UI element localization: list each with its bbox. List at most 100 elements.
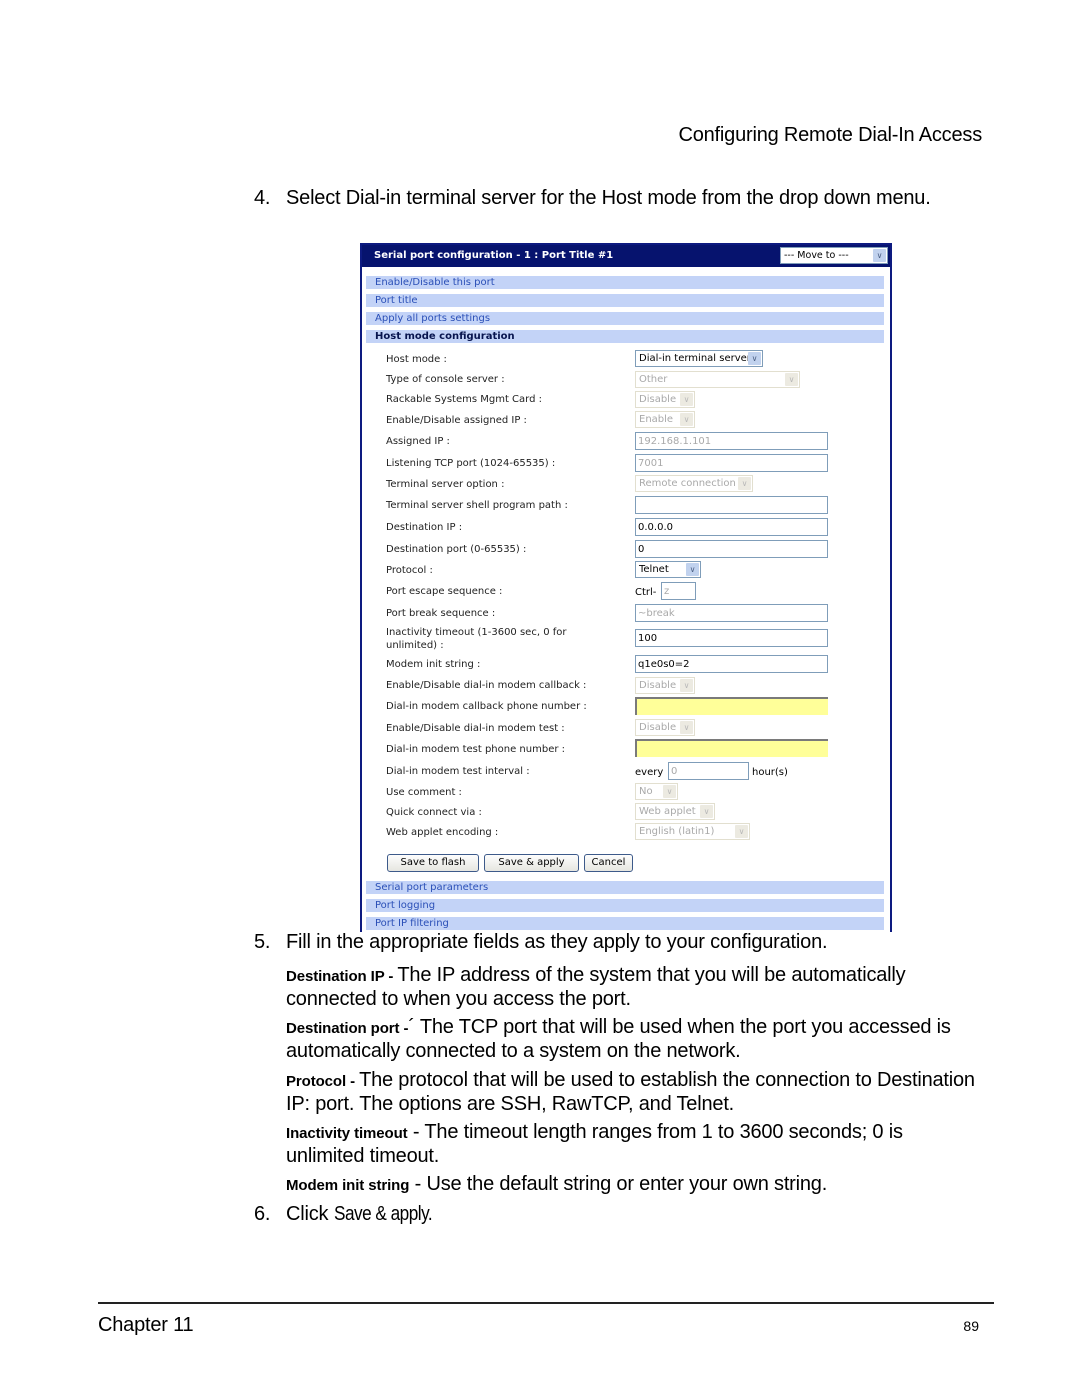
desc-term: Protocol - <box>286 1073 360 1090</box>
desc-destination-port: Destination port -´ The TCP port that wi… <box>286 1016 986 1063</box>
ts-option-label: Terminal server option : <box>386 479 505 490</box>
modem-init-label: Modem init string : <box>386 659 481 670</box>
rackable-select[interactable]: Disable ∨ <box>635 391 695 408</box>
assigned-ip-enable-select[interactable]: Enable ∨ <box>635 411 695 428</box>
inactivity-input[interactable]: 100 <box>635 629 828 647</box>
nav-serial-port-parameters[interactable]: Serial port parameters <box>366 881 884 894</box>
use-comment-value: No <box>639 786 653 797</box>
nav-enable-disable-port[interactable]: Enable/Disable this port <box>366 276 884 289</box>
chevron-down-icon: ∨ <box>735 825 748 838</box>
modem-init-input[interactable]: q1e0s0=2 <box>635 655 828 673</box>
step-6: 6. Click Save & apply. <box>254 1203 448 1226</box>
chevron-down-icon: ∨ <box>680 721 693 734</box>
assigned-ip-input[interactable]: 192.168.1.101 <box>635 432 828 450</box>
nav-port-logging[interactable]: Port logging <box>366 899 884 912</box>
dest-ip-value: 0.0.0.0 <box>638 522 673 533</box>
test-enable-value: Disable <box>639 722 677 733</box>
dest-port-value: 0 <box>638 544 645 555</box>
step-text: Select Dial-in terminal server for the H… <box>286 187 931 209</box>
use-comment-select[interactable]: No ∨ <box>635 783 678 800</box>
break-seq-label: Port break sequence : <box>386 608 496 619</box>
chevron-down-icon: ∨ <box>663 785 676 798</box>
step-text: Click <box>286 1203 334 1225</box>
assigned-ip-label: Assigned IP : <box>386 436 450 447</box>
test-interval-value: 0 <box>671 766 678 777</box>
chevron-down-icon: ∨ <box>686 563 699 576</box>
desc-term: Destination IP - <box>286 968 398 985</box>
test-interval-input[interactable]: 0 <box>668 762 749 780</box>
use-comment-label: Use comment : <box>386 787 462 798</box>
chevron-down-icon: ∨ <box>680 393 693 406</box>
console-type-select[interactable]: Other ∨ <box>635 371 800 388</box>
step-text: Fill in the appropriate fields as they a… <box>286 931 828 953</box>
page-number: 89 <box>963 1318 979 1334</box>
quick-connect-select[interactable]: Web applet ∨ <box>635 803 715 820</box>
ts-option-value: Remote connection <box>639 478 736 489</box>
step-4: 4. Select Dial-in terminal server for the… <box>254 187 931 210</box>
listen-port-value: 7001 <box>638 458 664 469</box>
chevron-down-icon: ∨ <box>873 249 886 262</box>
quick-connect-value: Web applet <box>639 806 696 817</box>
inactivity-value: 100 <box>638 633 658 644</box>
callback-phone-label: Dial-in modem callback phone number : <box>386 701 587 712</box>
nav-port-title[interactable]: Port title <box>366 294 884 307</box>
protocol-label: Protocol : <box>386 565 433 576</box>
cancel-button[interactable]: Cancel <box>584 854 633 872</box>
move-to-value: --- Move to --- <box>784 250 849 261</box>
dest-port-label: Destination port (0-65535) : <box>386 544 527 555</box>
nav-port-ip-filtering[interactable]: Port IP filtering <box>366 917 884 930</box>
break-seq-value: ~break <box>638 608 675 619</box>
step-number: 4. <box>254 187 271 209</box>
panel-header: Serial port configuration - 1 : Port Tit… <box>362 245 890 267</box>
dest-ip-input[interactable]: 0.0.0.0 <box>635 518 828 536</box>
console-type-label: Type of console server : <box>386 374 505 385</box>
applet-encoding-select[interactable]: English (latin1) ∨ <box>635 823 750 840</box>
dest-ip-label: Destination IP : <box>386 522 463 533</box>
test-enable-select[interactable]: Disable ∨ <box>635 719 695 736</box>
desc-destination-ip: Destination IP - The IP address of the s… <box>286 964 986 1011</box>
chevron-down-icon: ∨ <box>700 805 713 818</box>
move-to-select[interactable]: --- Move to --- ∨ <box>780 247 888 264</box>
ts-option-select[interactable]: Remote connection ∨ <box>635 475 753 492</box>
callback-enable-select[interactable]: Disable ∨ <box>635 677 695 694</box>
serial-port-config-screenshot: Serial port configuration - 1 : Port Tit… <box>360 243 892 932</box>
inactivity-label-line2: unlimited) : <box>386 640 444 651</box>
listen-port-input[interactable]: 7001 <box>635 454 828 472</box>
callback-phone-input[interactable] <box>635 697 828 715</box>
host-mode-select[interactable]: Dial-in terminal server ∨ <box>635 350 763 367</box>
desc-term: Modem init string <box>286 1177 410 1194</box>
test-phone-input[interactable] <box>635 739 828 757</box>
test-enable-label: Enable/Disable dial-in modem test : <box>386 723 565 734</box>
rackable-value: Disable <box>639 394 677 405</box>
save-and-apply-button[interactable]: Save & apply <box>484 854 579 872</box>
desc-term: Destination port - <box>286 1020 409 1037</box>
protocol-select[interactable]: Telnet ∨ <box>635 561 701 578</box>
inactivity-label: Inactivity timeout (1-3600 sec, 0 for un… <box>386 626 596 652</box>
desc-text: - Use the default string or enter your o… <box>409 1173 828 1195</box>
panel-title: Serial port configuration - 1 : Port Tit… <box>374 250 614 261</box>
test-interval-prefix: every <box>635 767 664 778</box>
chevron-down-icon: ∨ <box>738 477 751 490</box>
save-to-flash-button[interactable]: Save to flash <box>387 854 479 872</box>
dest-port-input[interactable]: 0 <box>635 540 828 558</box>
assigned-ip-value: 192.168.1.101 <box>638 436 712 447</box>
assigned-ip-enable-value: Enable <box>639 414 674 425</box>
chevron-down-icon: ∨ <box>748 352 761 365</box>
quick-connect-label: Quick connect via : <box>386 807 482 818</box>
test-interval-suffix: hour(s) <box>752 767 788 778</box>
shell-path-input[interactable] <box>635 496 828 514</box>
escape-seq-label: Port escape sequence : <box>386 586 503 597</box>
step-number: 6. <box>254 1203 271 1225</box>
break-seq-input[interactable]: ~break <box>635 604 828 622</box>
callback-enable-label: Enable/Disable dial-in modem callback : <box>386 680 587 691</box>
test-interval-label: Dial-in modem test interval : <box>386 766 530 777</box>
escape-seq-input[interactable]: z <box>661 582 696 600</box>
nav-host-mode-config[interactable]: Host mode configuration <box>366 330 884 343</box>
footer-rule <box>98 1302 994 1304</box>
nav-apply-all-ports[interactable]: Apply all ports settings <box>366 312 884 325</box>
inactivity-label-line1: Inactivity timeout (1-3600 sec, 0 for <box>386 627 567 638</box>
chevron-down-icon: ∨ <box>680 679 693 692</box>
chevron-down-icon: ∨ <box>680 413 693 426</box>
desc-inactivity-timeout: Inactivity timeout - The timeout length … <box>286 1121 986 1168</box>
step-number: 5. <box>254 931 271 953</box>
